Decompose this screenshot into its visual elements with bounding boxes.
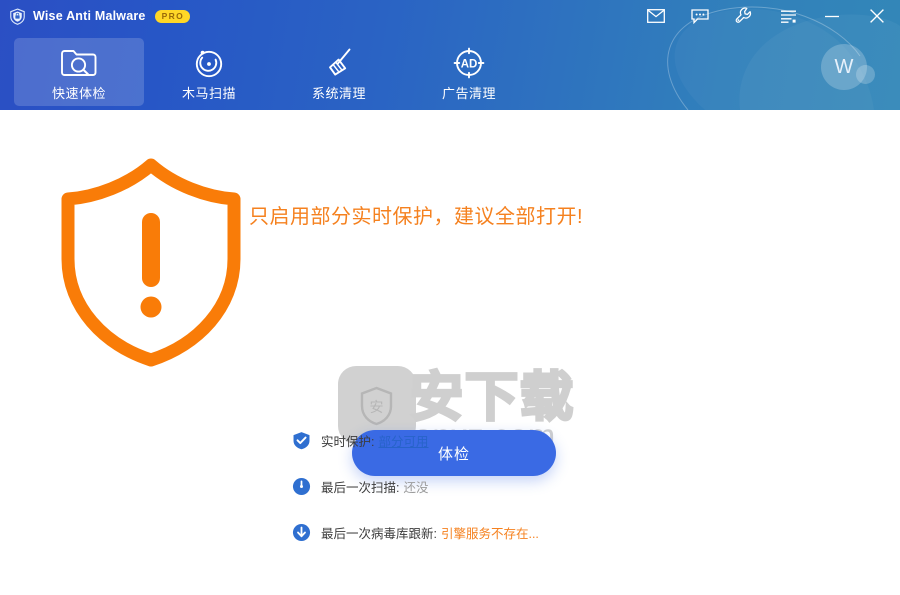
status-label: 实时保护:: [321, 434, 375, 449]
pro-badge: PRO: [154, 9, 191, 23]
broom-icon: [322, 46, 356, 80]
app-title: Wise Anti Malware: [33, 9, 146, 23]
shield-logo-icon: [10, 7, 25, 25]
radar-scan-icon: [192, 46, 226, 80]
minimize-icon[interactable]: [810, 0, 854, 32]
watermark-shield-icon: 安: [360, 386, 393, 426]
tab-quick-check[interactable]: 快速体检: [14, 38, 144, 106]
status-row: 实时保护: 部分可用: [292, 428, 622, 452]
wrench-icon[interactable]: [722, 0, 766, 32]
status-row: 最后一次病毒库跟新: 引擎服务不存在...: [292, 520, 622, 544]
shield-check-icon: [293, 431, 310, 449]
window-tools: [634, 0, 900, 32]
warning-shield-icon: [56, 155, 246, 370]
feedback-icon[interactable]: [678, 0, 722, 32]
brand: Wise Anti Malware PRO: [9, 7, 191, 25]
folder-search-icon: [60, 46, 98, 80]
svg-text:安: 安: [370, 399, 384, 415]
status-list: 实时保护: 部分可用 最后一次扫描: 还没 最后一次病毒库跟新: 引擎服务不存在…: [292, 428, 622, 566]
status-value-link[interactable]: 部分可用: [378, 431, 428, 450]
main-nav: 快速体检 木马扫描 系统清理 AD 广告清理: [14, 38, 534, 106]
watermark-cn-text: 安下载: [409, 367, 575, 429]
status-value: 引擎服务不存在...: [440, 526, 539, 541]
tab-trojan-scan[interactable]: 木马扫描: [144, 38, 274, 106]
status-label: 最后一次扫描:: [321, 480, 400, 495]
tab-ad-clean[interactable]: AD 广告清理: [404, 38, 534, 106]
avatar-initial: W: [821, 44, 867, 90]
app-header: Wise Anti Malware PRO 快速体检 木马扫描 系统清理 AD …: [0, 0, 900, 110]
tab-label: 广告清理: [441, 86, 496, 101]
status-label: 最后一次病毒库跟新:: [321, 526, 437, 541]
tab-system-clean[interactable]: 系统清理: [274, 38, 404, 106]
main-content: 只启用部分实时保护，建议全部打开! 安 安下载 anxz.com 体检 实时保护…: [0, 110, 900, 595]
ad-target-icon: AD: [452, 46, 486, 80]
application-window: Wise Anti Malware PRO 快速体检 木马扫描 系统清理 AD …: [0, 0, 900, 595]
clock-icon: [292, 477, 311, 495]
title-bar: Wise Anti Malware PRO: [0, 0, 900, 32]
avatar[interactable]: W: [821, 44, 875, 94]
warning-message: 只启用部分实时保护，建议全部打开!: [249, 206, 584, 228]
tab-label: 系统清理: [311, 86, 366, 101]
menu-icon[interactable]: [766, 0, 810, 32]
mail-icon[interactable]: [634, 0, 678, 32]
close-icon[interactable]: [854, 0, 900, 32]
download-arrow-icon: [292, 523, 311, 541]
tab-label: 木马扫描: [181, 86, 236, 101]
tab-label: 快速体检: [51, 86, 106, 101]
status-value: 还没: [403, 480, 429, 495]
status-row: 最后一次扫描: 还没: [292, 474, 622, 498]
svg-text:AD: AD: [461, 59, 478, 71]
